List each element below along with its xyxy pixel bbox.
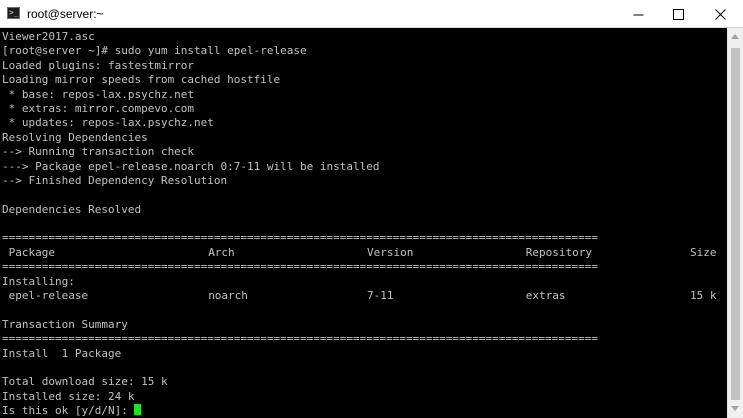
maximize-icon (672, 8, 684, 20)
header-version: Version (367, 245, 414, 259)
terminal-line: * base: repos-lax.psychz.net (2, 87, 195, 101)
scrollbar-thumb[interactable] (731, 48, 740, 400)
scroll-up-icon[interactable] (731, 34, 739, 39)
table-header-row: Package Arch Version Repository Size (2, 245, 717, 260)
confirm-prompt: Is this ok [y/d/N]: (2, 404, 128, 418)
terminal-line: * updates: repos-lax.psychz.net (2, 116, 214, 130)
terminal-lines: Viewer2017.asc [root@server ~]# sudo yum… (2, 30, 717, 418)
terminal-line: Install 1 Package (2, 346, 122, 360)
terminal-line: Transaction Summary (2, 317, 128, 331)
terminal-line: [root@server ~]# sudo yum install epel-r… (2, 44, 307, 58)
terminal-line: * extras: mirror.compevo.com (2, 101, 195, 115)
close-button[interactable] (697, 0, 743, 28)
cell-arch: noarch (208, 289, 248, 303)
terminal-line: Total download size: 15 k (2, 375, 168, 389)
minimize-icon (633, 14, 643, 15)
prompt-line[interactable]: Is this ok [y/d/N]: (2, 404, 598, 418)
terminal-line: --> Finished Dependency Resolution (2, 173, 228, 187)
header-package: Package (8, 245, 55, 259)
cell-size: 15 k (690, 289, 717, 303)
terminal-line: Installed size: 24 k (2, 389, 135, 403)
terminal-output[interactable]: Viewer2017.asc [root@server ~]# sudo yum… (0, 28, 727, 418)
header-arch: Arch (208, 245, 235, 259)
terminal-line: ---> Package epel-release.noarch 0:7-11 … (2, 159, 380, 173)
vertical-scrollbar[interactable] (727, 28, 743, 418)
scroll-down-icon[interactable] (731, 406, 739, 411)
header-size: Size (690, 245, 717, 259)
table-row: epel-release noarch 7-11 extras 15 k (2, 289, 717, 303)
separator-line: ========================================… (2, 260, 599, 274)
terminal-line: Dependencies Resolved (2, 202, 142, 216)
terminal-line: Loading mirror speeds from cached hostfi… (2, 73, 281, 87)
text-cursor (133, 404, 141, 416)
window-title: root@server:~ (27, 7, 104, 21)
terminal-line: Viewer2017.asc (2, 30, 95, 43)
title-bar[interactable]: >_ root@server:~ (0, 0, 743, 28)
terminal-line: Loaded plugins: fastestmirror (2, 58, 195, 72)
terminal-window: >_ root@server:~ Viewer2017.asc [root@se… (0, 0, 743, 418)
cell-version: 7-11 (367, 289, 394, 303)
maximize-button[interactable] (655, 0, 701, 28)
terminal-line: Installing: (2, 274, 75, 288)
terminal-line: --> Running transaction check (2, 145, 195, 159)
close-icon (714, 8, 726, 20)
terminal-line: Resolving Dependencies (2, 130, 148, 144)
cell-package: epel-release (8, 289, 89, 303)
terminal-app-icon: >_ (7, 7, 20, 19)
cell-repository: extras (525, 289, 566, 303)
separator-line: ========================================… (2, 332, 599, 346)
header-repository: Repository (525, 245, 593, 259)
app-icon-glyph: >_ (9, 8, 19, 17)
separator-line: ========================================… (2, 231, 599, 245)
